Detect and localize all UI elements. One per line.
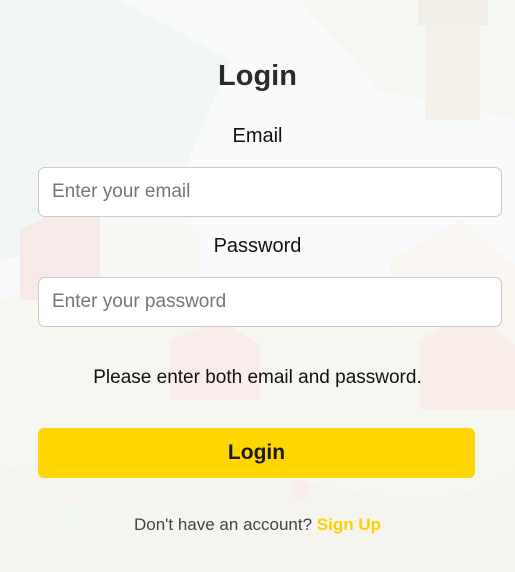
password-field[interactable] — [38, 277, 502, 327]
email-label: Email — [232, 125, 283, 147]
login-page: Login Email Password Please enter both e… — [0, 0, 515, 572]
signup-row: Don't have an account? Sign Up — [0, 514, 515, 536]
email-field[interactable] — [38, 167, 502, 217]
page-title: Login — [218, 60, 297, 92]
signup-link[interactable]: Sign Up — [317, 515, 381, 534]
signup-prompt: Don't have an account? — [133, 515, 317, 534]
validation-message: Please enter both email and password. — [93, 367, 422, 388]
login-button[interactable]: Login — [38, 428, 475, 478]
password-label: Password — [213, 235, 302, 257]
login-form: Login Email Password Please enter both e… — [0, 0, 515, 572]
